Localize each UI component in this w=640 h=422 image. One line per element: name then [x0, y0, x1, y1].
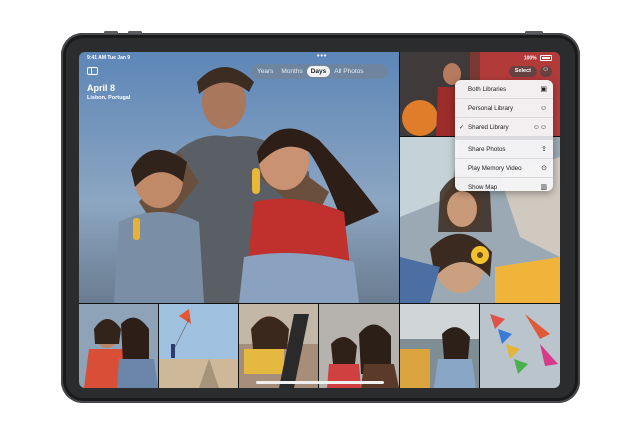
menu-item-label: Play Memory Video — [468, 164, 522, 172]
library-menu: Both Libraries ▣ Personal Library ☺ ✓ Sh… — [455, 80, 553, 191]
person-icon: ☺ — [539, 104, 547, 112]
tab-months[interactable]: Months — [277, 66, 306, 77]
photo-tile[interactable] — [319, 304, 399, 388]
photo-girls — [79, 304, 158, 388]
power-button — [525, 31, 543, 34]
volume-button — [128, 31, 142, 34]
photo-girl-car — [400, 304, 479, 388]
page-title: April 8 — [87, 83, 116, 93]
battery-percent: 100% — [523, 55, 537, 62]
hero-photo-illustration — [79, 52, 399, 303]
photo-beach-kite — [159, 304, 238, 388]
photo-flags — [480, 304, 560, 388]
menu-item-personal-library[interactable]: Personal Library ☺ — [455, 99, 553, 118]
people-icon: ☺☺ — [532, 123, 547, 131]
checkmark-icon: ✓ — [459, 124, 465, 131]
menu-item-label: Share Photos — [468, 145, 506, 153]
photo-car-girl — [239, 304, 318, 388]
menu-item-show-map[interactable]: Show Map ▥ — [455, 178, 553, 192]
menu-item-shared-library[interactable]: ✓ Shared Library ☺☺ — [455, 118, 553, 137]
photo-tile[interactable] — [400, 304, 479, 388]
photo-tile[interactable] — [239, 304, 318, 388]
menu-item-label: Show Map — [468, 183, 498, 191]
photo-tile[interactable] — [480, 304, 560, 388]
tab-all-photos[interactable]: All Photos — [330, 66, 367, 77]
hero-photo[interactable] — [79, 52, 399, 303]
menu-item-label: Personal Library — [468, 104, 514, 112]
status-bar: 9:41 AM Tue Jan 9 ••• 100% — [79, 52, 560, 62]
status-time: 9:41 AM Tue Jan 9 — [87, 55, 131, 61]
photo-two-girls — [319, 304, 399, 388]
share-icon: ⇪ — [541, 146, 547, 153]
view-segmented-control: Years Months Days All Photos — [251, 64, 388, 79]
menu-item-share-photos[interactable]: Share Photos ⇪ — [455, 140, 553, 159]
menu-item-label: Both Libraries — [468, 85, 507, 93]
play-icon: ⊙ — [541, 165, 547, 172]
tab-days[interactable]: Days — [306, 66, 331, 77]
page-subtitle: Lisbon, Portugal — [87, 95, 131, 101]
libraries-icon: ▣ — [540, 86, 547, 93]
multitasking-dots-icon[interactable]: ••• — [317, 53, 327, 60]
status-right: 100% — [524, 55, 552, 61]
menu-item-play-memory-video[interactable]: Play Memory Video ⊙ — [455, 159, 553, 178]
volume-button — [104, 31, 118, 34]
menu-item-label: Shared Library — [468, 123, 509, 131]
map-icon: ▥ — [540, 184, 547, 191]
sidebar-toggle-icon[interactable] — [87, 67, 98, 75]
photo-tile[interactable] — [79, 304, 158, 388]
home-indicator[interactable] — [256, 381, 384, 384]
library-switcher-icon[interactable] — [540, 66, 552, 77]
battery-icon — [540, 55, 552, 61]
photo-tile[interactable] — [159, 304, 238, 388]
select-button[interactable]: Select — [508, 66, 537, 77]
menu-item-both-libraries[interactable]: Both Libraries ▣ — [455, 80, 553, 99]
top-actions: Select — [508, 66, 552, 77]
tab-years[interactable]: Years — [253, 66, 277, 77]
